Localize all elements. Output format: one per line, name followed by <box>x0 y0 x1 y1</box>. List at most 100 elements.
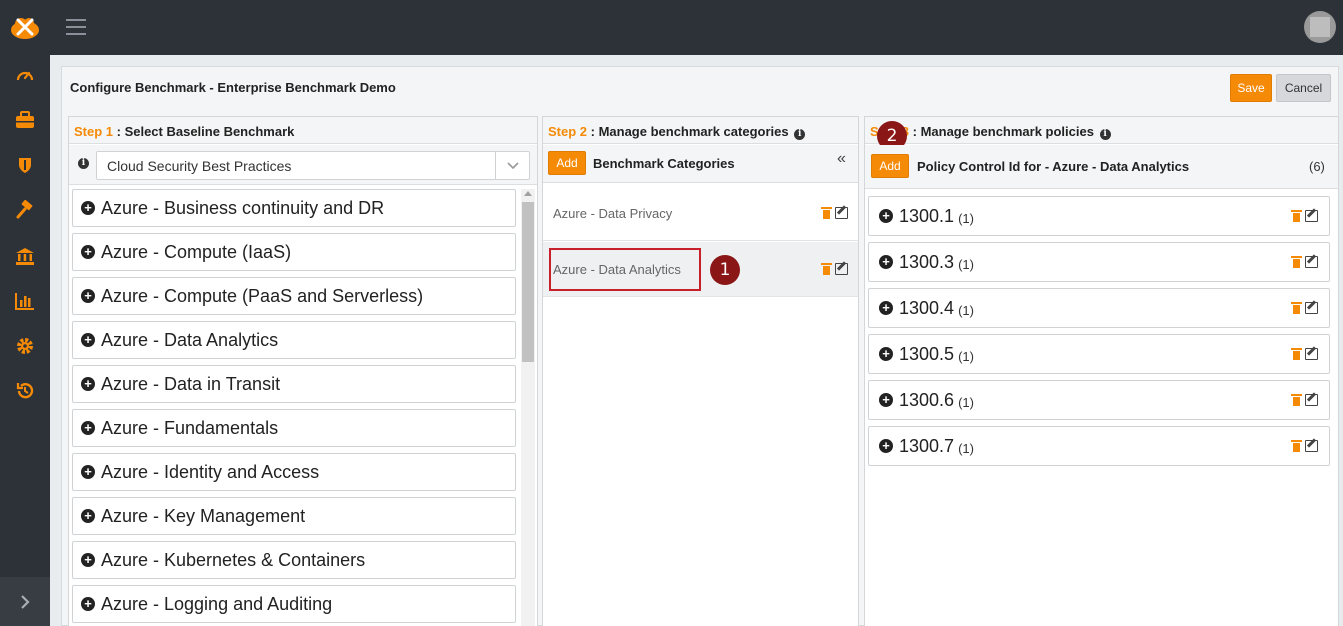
plus-circle-icon[interactable]: + <box>81 597 95 611</box>
plus-circle-icon[interactable]: + <box>879 255 893 269</box>
plus-circle-icon[interactable]: + <box>879 347 893 361</box>
plus-circle-icon[interactable]: + <box>81 245 95 259</box>
plus-circle-icon[interactable]: + <box>81 377 95 391</box>
top-bar <box>0 0 1343 55</box>
list-item[interactable]: +1300.4 (1) <box>868 288 1330 328</box>
edit-icon[interactable] <box>1305 256 1318 268</box>
policy-count: (1) <box>958 441 974 456</box>
plus-circle-icon[interactable]: + <box>81 201 95 215</box>
list-item[interactable]: +1300.6 (1) <box>868 380 1330 420</box>
categories-subtitle: Benchmark Categories <box>593 156 735 171</box>
dashboard-icon[interactable] <box>15 66 35 86</box>
benchmark-label: Azure - Fundamentals <box>101 418 279 438</box>
trash-icon[interactable] <box>1291 256 1302 268</box>
step-marker-1: 1 <box>710 255 740 285</box>
list-item[interactable]: + Azure - Compute (PaaS and Serverless) <box>72 277 516 315</box>
bar-chart-icon[interactable] <box>15 291 35 311</box>
shield-icon[interactable] <box>15 155 35 175</box>
trash-icon[interactable] <box>1291 440 1302 452</box>
list-item[interactable]: + Azure - Data in Transit <box>72 365 516 403</box>
scrollbar-thumb[interactable] <box>522 202 534 362</box>
info-icon[interactable]: i <box>1099 129 1111 140</box>
history-icon[interactable] <box>15 381 35 401</box>
list-item[interactable]: + Azure - Logging and Auditing <box>72 585 516 623</box>
list-item[interactable]: + Azure - Business continuity and DR <box>72 189 516 227</box>
plus-circle-icon[interactable]: + <box>879 393 893 407</box>
trash-icon[interactable] <box>1291 394 1302 406</box>
list-item[interactable]: +1300.5 (1) <box>868 334 1330 374</box>
policies-toolbar: Add Policy Control Id for - Azure - Data… <box>865 145 1338 189</box>
list-item[interactable]: +1300.7 (1) <box>868 426 1330 466</box>
sidebar <box>0 55 50 626</box>
info-icon[interactable]: i <box>78 158 89 169</box>
baseline-select[interactable]: Cloud Security Best Practices <box>96 151 530 180</box>
trash-icon[interactable] <box>1291 302 1302 314</box>
trash-icon[interactable] <box>1291 348 1302 360</box>
hammer-icon[interactable] <box>15 200 35 220</box>
add-policy-button[interactable]: Add <box>871 154 909 178</box>
hamburger-icon[interactable] <box>66 19 86 35</box>
list-item[interactable]: + Azure - Fundamentals <box>72 409 516 447</box>
gear-icon[interactable] <box>15 336 35 356</box>
list-item[interactable]: + Azure - Kubernetes & Containers <box>72 541 516 579</box>
add-category-button[interactable]: Add <box>548 151 586 175</box>
trash-icon[interactable] <box>821 263 832 275</box>
list-item[interactable]: +1300.1 (1) <box>868 196 1330 236</box>
trash-icon[interactable] <box>821 207 832 219</box>
edit-icon[interactable] <box>1305 440 1318 452</box>
list-item[interactable]: +1300.3 (1) <box>868 242 1330 282</box>
plus-circle-icon[interactable]: + <box>81 333 95 347</box>
policies-subtitle: Policy Control Id for - Azure - Data Ana… <box>917 159 1190 174</box>
plus-circle-icon[interactable]: + <box>81 509 95 523</box>
policy-count: (1) <box>958 349 974 364</box>
edit-icon[interactable] <box>1305 394 1318 406</box>
edit-icon[interactable] <box>1305 210 1318 222</box>
list-item[interactable]: + Azure - Compute (IaaS) <box>72 233 516 271</box>
bank-icon[interactable] <box>15 246 35 266</box>
step1-panel: Step 1 : Select Baseline Benchmark i Clo… <box>68 116 538 626</box>
step2-header: Step 2 : Manage benchmark categories i <box>543 117 858 144</box>
list-item[interactable]: + Azure - Identity and Access <box>72 453 516 491</box>
policy-count: (1) <box>958 257 974 272</box>
save-button[interactable]: Save <box>1230 74 1272 102</box>
step3-header: Step 3 : Manage benchmark policies i <box>865 117 1338 144</box>
plus-circle-icon[interactable]: + <box>81 465 95 479</box>
list-item[interactable]: + Azure - Data Analytics <box>72 321 516 359</box>
scrollbar[interactable] <box>521 189 535 626</box>
edit-icon[interactable] <box>835 263 848 275</box>
chevron-down-icon[interactable] <box>495 152 529 179</box>
step2-title: : Manage benchmark categories <box>587 124 789 139</box>
plus-circle-icon[interactable]: + <box>81 553 95 567</box>
logo-icon[interactable] <box>10 14 40 40</box>
scroll-up-arrow-icon[interactable] <box>524 191 532 196</box>
sidebar-expand-button[interactable] <box>0 577 50 626</box>
policy-id: 1300.4 <box>899 298 955 318</box>
avatar[interactable] <box>1304 11 1336 43</box>
plus-circle-icon[interactable]: + <box>81 421 95 435</box>
policy-id: 1300.5 <box>899 344 955 364</box>
policy-count-badge: (6) <box>1309 159 1325 174</box>
step1-title: : Select Baseline Benchmark <box>113 124 295 139</box>
plus-circle-icon[interactable]: + <box>879 301 893 315</box>
info-icon[interactable]: i <box>794 129 806 140</box>
edit-icon[interactable] <box>1305 348 1318 360</box>
plus-circle-icon[interactable]: + <box>879 439 893 453</box>
step2-label: Step 2 <box>548 124 588 139</box>
benchmark-label: Azure - Compute (IaaS) <box>101 242 292 262</box>
category-row[interactable]: Azure - Data Privacy <box>543 186 858 241</box>
cancel-button[interactable]: Cancel <box>1276 74 1331 102</box>
edit-icon[interactable] <box>1305 302 1318 314</box>
trash-icon[interactable] <box>1291 210 1302 222</box>
chevron-right-icon <box>21 594 30 609</box>
list-item[interactable]: + Azure - Key Management <box>72 497 516 535</box>
policy-id: 1300.1 <box>899 206 955 226</box>
plus-circle-icon[interactable]: + <box>879 209 893 223</box>
policy-id: 1300.7 <box>899 436 955 456</box>
briefcase-icon[interactable] <box>15 110 35 130</box>
policy-id: 1300.3 <box>899 252 955 272</box>
double-chevron-left-icon[interactable]: « <box>837 150 846 168</box>
plus-circle-icon[interactable]: + <box>81 289 95 303</box>
baseline-select-row: i Cloud Security Best Practices <box>69 145 537 185</box>
step3-panel: Step 3 : Manage benchmark policies i 2 A… <box>864 116 1339 626</box>
edit-icon[interactable] <box>835 207 848 219</box>
